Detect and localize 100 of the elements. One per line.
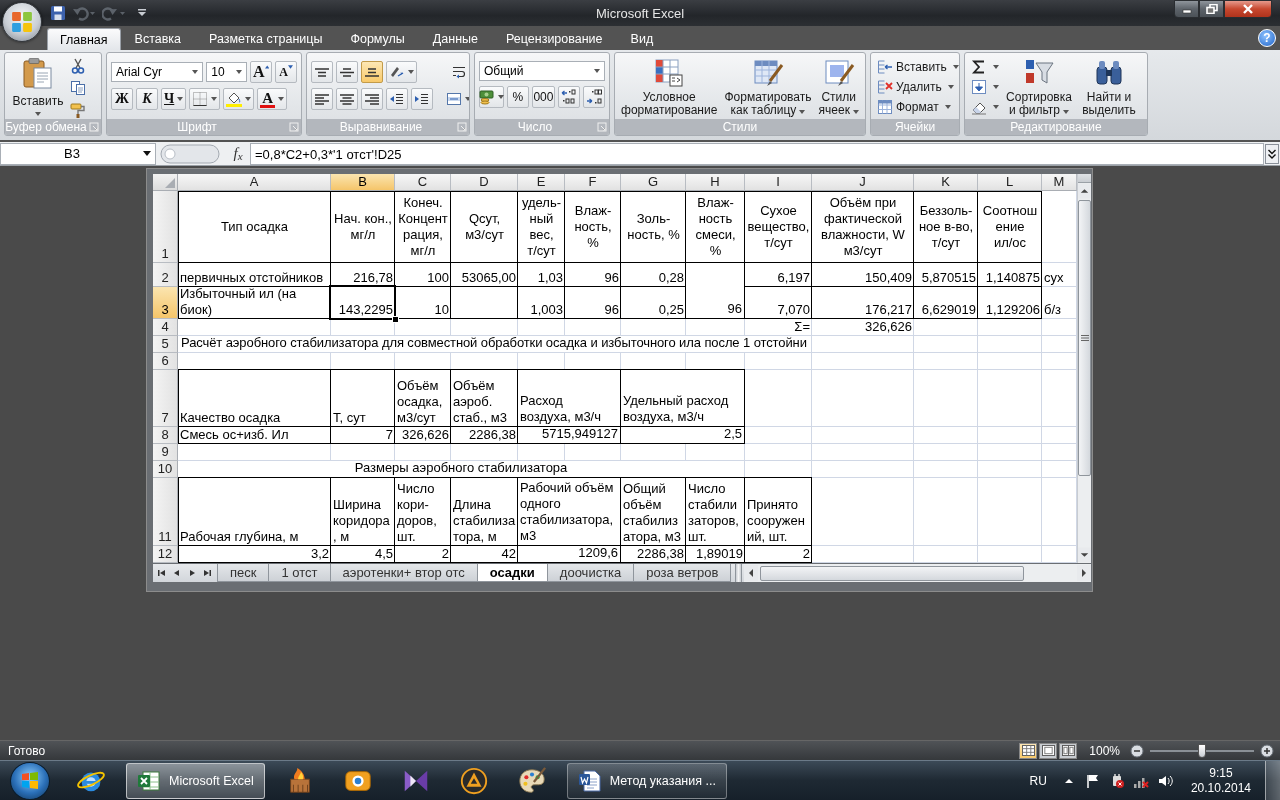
column-header[interactable]: E bbox=[518, 174, 565, 191]
editing-button[interactable]: Найти и выделить bbox=[1077, 56, 1141, 119]
column-header[interactable]: M bbox=[1042, 174, 1077, 191]
show-desktop-button[interactable] bbox=[1265, 761, 1280, 800]
zoom-out-icon[interactable] bbox=[1130, 743, 1144, 758]
view-button[interactable] bbox=[1019, 742, 1038, 759]
row-header[interactable]: 3 bbox=[153, 287, 178, 319]
formula-input[interactable]: =0,8*C2+0,3*'1 отст'!D25 bbox=[250, 142, 1264, 165]
vertical-scrollbar[interactable] bbox=[1077, 174, 1091, 563]
cells-button[interactable]: Удалить bbox=[875, 77, 955, 96]
underline-button[interactable]: Ч bbox=[161, 88, 187, 110]
vertical-align-button[interactable] bbox=[336, 61, 358, 83]
sheet-tab[interactable]: доочистка bbox=[546, 564, 635, 582]
row-header[interactable]: 9 bbox=[153, 444, 178, 461]
shrink-font-button[interactable]: A bbox=[275, 61, 297, 83]
view-button[interactable] bbox=[1059, 742, 1078, 759]
minimize-button[interactable] bbox=[1174, 0, 1199, 18]
view-button[interactable] bbox=[1039, 742, 1058, 759]
fill-button[interactable] bbox=[969, 77, 1001, 96]
zoom-level[interactable]: 100% bbox=[1089, 743, 1120, 758]
styles-button[interactable]: Стили ячеек bbox=[816, 56, 861, 119]
vertical-align-button[interactable] bbox=[311, 61, 333, 83]
language-indicator[interactable]: RU bbox=[1029, 773, 1047, 788]
row-header[interactable]: 10 bbox=[153, 461, 178, 478]
borders-button[interactable] bbox=[189, 88, 221, 110]
row-header[interactable]: 7 bbox=[153, 370, 178, 427]
increase-indent-button[interactable] bbox=[411, 88, 433, 110]
fill-handle[interactable] bbox=[392, 316, 399, 323]
column-header[interactable]: J bbox=[812, 174, 914, 191]
taskbar-window-button[interactable]: Microsoft Excel bbox=[126, 762, 265, 799]
ribbon-tab[interactable]: Вставка bbox=[120, 28, 196, 50]
zoom-thumb[interactable] bbox=[1198, 743, 1206, 758]
editing-button[interactable]: Сортировка и фильтр bbox=[1004, 56, 1074, 119]
scroll-thumb[interactable] bbox=[760, 565, 1025, 581]
row-header[interactable]: 11 bbox=[153, 478, 178, 546]
horizontal-align-button[interactable] bbox=[311, 88, 333, 110]
column-header[interactable]: D bbox=[451, 174, 518, 191]
sheet-tab[interactable]: осадки bbox=[476, 564, 548, 582]
paintbrush-icon[interactable] bbox=[70, 102, 86, 118]
horizontal-scrollbar[interactable] bbox=[744, 564, 1091, 582]
dropdown-caret-icon[interactable] bbox=[143, 151, 151, 156]
expand-chevron-icon[interactable] bbox=[1265, 143, 1279, 164]
decrease-indent-button[interactable] bbox=[386, 88, 408, 110]
vertical-align-button[interactable] bbox=[361, 61, 383, 83]
grow-font-button[interactable]: A bbox=[250, 61, 272, 83]
ribbon-tab[interactable]: Разметка страницы bbox=[195, 28, 337, 50]
column-header[interactable]: I bbox=[745, 174, 812, 191]
flag-icon[interactable] bbox=[1084, 772, 1101, 789]
cells-button[interactable]: Формат bbox=[875, 97, 955, 116]
italic-button[interactable]: К bbox=[136, 88, 158, 110]
ribbon-tab[interactable]: Вид bbox=[616, 28, 668, 50]
column-header[interactable]: B bbox=[331, 174, 395, 191]
scissors-icon[interactable] bbox=[70, 58, 86, 74]
column-header[interactable]: C bbox=[395, 174, 451, 191]
sheet-tab[interactable]: 1 отст bbox=[268, 564, 331, 582]
ribbon-tab[interactable]: Рецензирование bbox=[492, 28, 617, 50]
percent-button[interactable]: % bbox=[506, 86, 529, 108]
font-name-combo[interactable]: Arial Cyr bbox=[111, 62, 204, 82]
start-button[interactable] bbox=[10, 761, 50, 800]
paste-button[interactable]: Вставить bbox=[9, 56, 67, 119]
copy-icon[interactable] bbox=[70, 80, 86, 96]
fill-color-button[interactable] bbox=[223, 88, 255, 110]
column-header[interactable]: L bbox=[978, 174, 1042, 191]
sheet-tab[interactable]: аэротенки+ втор отс bbox=[329, 564, 478, 582]
decrease-decimal-button[interactable] bbox=[583, 86, 605, 108]
clock-time[interactable]: 9:15 bbox=[1209, 765, 1233, 781]
sheet-tab[interactable]: песк bbox=[217, 564, 270, 582]
increase-decimal-button[interactable] bbox=[558, 86, 580, 108]
clock-date[interactable]: 20.10.2014 bbox=[1190, 780, 1251, 796]
row-header[interactable]: 12 bbox=[153, 546, 178, 563]
row-header[interactable]: 2 bbox=[153, 263, 178, 287]
horizontal-align-button[interactable] bbox=[361, 88, 383, 110]
column-header[interactable]: G bbox=[621, 174, 686, 191]
sheet-tab[interactable]: роза ветров bbox=[633, 564, 732, 582]
ribbon-tab[interactable]: Главная bbox=[47, 28, 121, 50]
row-header[interactable]: 5 bbox=[153, 336, 178, 353]
column-header[interactable]: A bbox=[178, 174, 331, 191]
row-header[interactable]: 6 bbox=[153, 353, 178, 370]
ribbon-tab[interactable]: Данные bbox=[418, 28, 493, 50]
zoom-in-icon[interactable] bbox=[1260, 743, 1274, 758]
row-header[interactable]: 8 bbox=[153, 427, 178, 444]
horizontal-align-button[interactable] bbox=[336, 88, 358, 110]
column-header[interactable]: K bbox=[914, 174, 978, 191]
customize-caret-icon[interactable] bbox=[138, 8, 146, 18]
bold-button[interactable]: Ж bbox=[111, 88, 133, 110]
column-header[interactable]: H bbox=[686, 174, 745, 191]
close-button[interactable] bbox=[1224, 0, 1272, 18]
taskbar-window-button[interactable]: Метод указания ... bbox=[566, 762, 727, 799]
scroll-thumb[interactable] bbox=[1078, 200, 1091, 476]
row-header[interactable]: 4 bbox=[153, 319, 178, 336]
currency-button[interactable] bbox=[479, 86, 504, 108]
font-color-button[interactable]: A bbox=[257, 88, 288, 110]
orientation-button[interactable] bbox=[386, 61, 417, 83]
column-header[interactable]: F bbox=[565, 174, 621, 191]
number-format-combo[interactable]: Общий bbox=[479, 61, 605, 81]
row-header[interactable]: 1 bbox=[153, 191, 178, 263]
tab-split-handle[interactable] bbox=[735, 564, 743, 582]
thousands-button[interactable]: 000 bbox=[531, 86, 555, 108]
styles-button[interactable]: Форматировать как таблицу bbox=[722, 56, 814, 119]
palette-icon[interactable] bbox=[516, 765, 547, 796]
